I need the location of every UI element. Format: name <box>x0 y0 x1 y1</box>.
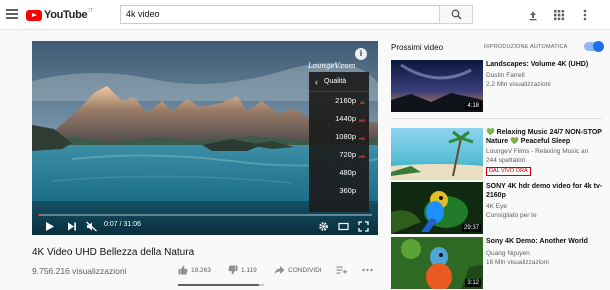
quality-menu-header[interactable]: ‹ Qualità <box>309 72 369 92</box>
video-thumbnail[interactable]: 3:12 <box>391 237 483 289</box>
logo-country: IT <box>88 8 93 14</box>
sidebar-divider <box>391 118 602 119</box>
upload-icon[interactable] <box>526 8 540 22</box>
quality-option[interactable]: 480p <box>309 164 369 182</box>
video-duration: 3:12 <box>465 279 481 287</box>
quality-option[interactable]: 1080p HD <box>309 128 369 146</box>
chevron-left-icon: ‹ <box>315 76 318 87</box>
theater-mode-icon[interactable] <box>338 221 349 232</box>
like-count: 19.263 <box>191 266 211 274</box>
live-badge: DAL VIVO ORA <box>486 167 531 176</box>
autoplay-toggle[interactable] <box>584 41 604 52</box>
dislike-button[interactable]: 1.119 <box>228 265 257 275</box>
like-ratio-bar <box>178 284 264 286</box>
quality-label: 1080p <box>335 132 356 141</box>
youtube-logo[interactable]: YouTube IT <box>26 7 93 23</box>
youtube-play-logo-icon <box>26 9 42 21</box>
thumbnail-image <box>391 128 483 180</box>
quality-label: 360p <box>339 186 356 195</box>
info-icon[interactable]: i <box>355 48 367 60</box>
video-thumbnail[interactable] <box>391 128 483 180</box>
video-title[interactable]: 💚 Relaxing Music 24/7 NON-STOP Nature 💚 … <box>486 128 604 146</box>
view-count: 9.756.216 visualizzazioni <box>32 266 127 276</box>
up-next-heading: Prossimi video <box>391 43 444 52</box>
like-button[interactable]: 19.263 <box>178 265 211 275</box>
channel-name[interactable]: Quang Nguyen <box>486 250 530 257</box>
hamburger-menu-icon[interactable] <box>6 9 18 19</box>
logo-text: YouTube <box>44 9 88 21</box>
quality-option[interactable]: 2160p 4K <box>309 92 369 110</box>
search-icon <box>451 9 462 20</box>
channel-name[interactable]: LoungeV Films - Relaxing Music an <box>486 148 588 155</box>
settings-gear-icon[interactable] <box>318 221 329 232</box>
thumbs-down-icon <box>228 265 238 275</box>
quality-label: 480p <box>339 168 356 177</box>
quality-option[interactable]: 720p HD <box>309 146 369 164</box>
channel-name[interactable]: 4K Eye <box>486 203 507 210</box>
video-duration: 29:37 <box>461 224 481 232</box>
quality-menu: ‹ Qualità 2160p 4K 1440p HD 1080p HD 720p HD… <box>309 72 369 212</box>
more-vert-icon[interactable] <box>578 8 592 22</box>
share-button[interactable]: CONDIVIDI <box>274 265 322 275</box>
channel-watermark: LoungeV.com <box>308 62 356 70</box>
search-input[interactable]: 4k video <box>120 5 440 24</box>
video-title[interactable]: Sony 4K Demo: Another World <box>486 237 604 246</box>
more-actions-button[interactable] <box>362 265 376 275</box>
quality-label: 1440p <box>335 114 356 123</box>
volume-muted-icon[interactable] <box>86 221 97 232</box>
video-player[interactable]: LoungeV.com i ‹ Qualità 2160p 4K 1440p HD … <box>32 41 378 235</box>
play-icon[interactable] <box>44 221 55 232</box>
more-horiz-icon <box>362 268 373 272</box>
dislike-count: 1.119 <box>241 266 257 274</box>
channel-name[interactable]: Dustin Farrell <box>486 72 525 79</box>
autoplay-label: RIPRODUZIONE AUTOMATICA <box>484 44 568 50</box>
video-title: 4K Video UHD Bellezza della Natura <box>32 247 195 258</box>
video-meta: 16 Mln visualizzazioni <box>486 259 549 266</box>
video-title[interactable]: SONY 4K hdr demo video for 4k tv-2160p <box>486 182 604 200</box>
recommended-video[interactable]: 29:37 SONY 4K hdr demo video for 4k tv-2… <box>391 182 607 234</box>
quality-menu-title: Qualità <box>324 78 347 85</box>
fullscreen-icon[interactable] <box>358 221 369 232</box>
video-meta: 244 spettatori <box>486 157 526 164</box>
video-meta: 2,2 Mln visualizzazioni <box>486 81 551 88</box>
quality-option[interactable]: 360p <box>309 182 369 200</box>
time-display: 0:07 / 31:06 <box>104 221 141 228</box>
top-bar: YouTube IT 4k video <box>0 0 610 30</box>
next-icon[interactable] <box>66 221 77 232</box>
thumbs-up-icon <box>178 265 188 275</box>
video-title[interactable]: Landscapes: Volume 4K (UHD) <box>486 60 604 69</box>
apps-grid-icon[interactable] <box>552 8 566 22</box>
add-to-playlist-button[interactable] <box>336 265 350 275</box>
quality-label: 2160p <box>335 96 356 105</box>
video-thumbnail[interactable]: 4:18 <box>391 60 483 112</box>
search-button[interactable] <box>439 5 473 24</box>
share-icon <box>274 266 285 274</box>
playlist-add-icon <box>336 266 347 274</box>
recommended-video[interactable]: 4:18 Landscapes: Volume 4K (UHD) Dustin … <box>391 60 607 112</box>
recommended-video[interactable]: 3:12 Sony 4K Demo: Another World Quang N… <box>391 237 607 289</box>
share-label: CONDIVIDI <box>288 266 322 274</box>
video-duration: 4:18 <box>465 102 481 110</box>
recommended-video[interactable]: 💚 Relaxing Music 24/7 NON-STOP Nature 💚 … <box>391 128 607 180</box>
video-meta: Consigliato per te <box>486 212 537 219</box>
quality-label: 720p <box>339 150 356 159</box>
video-thumbnail[interactable]: 29:37 <box>391 182 483 234</box>
like-ratio-fill <box>178 284 260 286</box>
quality-option[interactable]: 1440p HD <box>309 110 369 128</box>
player-controls: 0:07 / 31:06 <box>32 213 378 235</box>
